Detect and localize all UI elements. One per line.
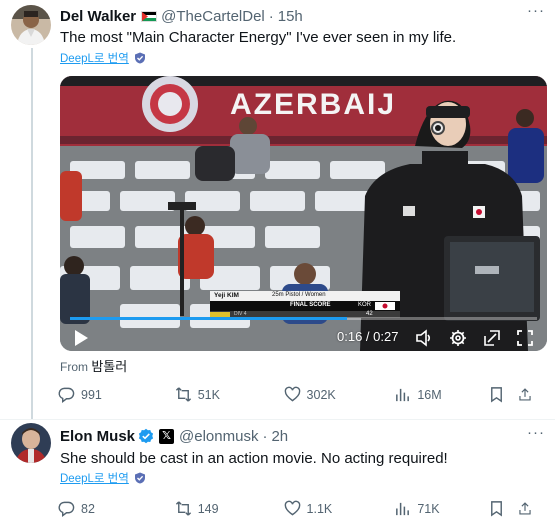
heart-icon (284, 386, 300, 402)
repost-button[interactable]: 51K (175, 386, 284, 403)
like-button[interactable]: 1.1K (284, 500, 395, 517)
from-label: From (60, 360, 88, 374)
views-icon (396, 388, 410, 402)
tweet-time[interactable]: 2h (271, 428, 288, 445)
tweet-header: Elon Musk 𝕏 @elonmusk · 2h (60, 426, 288, 446)
arena-banner-text: AZERBAIJ (230, 88, 397, 121)
bookmark-icon (491, 387, 503, 403)
tweet-time[interactable]: 15h (278, 8, 303, 25)
reply-icon (58, 501, 75, 517)
views-button[interactable]: 71K (394, 500, 488, 517)
like-button[interactable]: 302K (284, 386, 395, 403)
tweet-del-walker[interactable]: Del Walker @TheCartelDel · 15h ··· The m… (0, 0, 555, 420)
video-controls: 0:16 / 0:27 (60, 317, 547, 351)
translate-link[interactable]: DeepL로 번역 (60, 470, 146, 486)
caption-country: KOR (358, 302, 372, 308)
verified-badge-icon (138, 428, 154, 444)
repost-icon (175, 501, 191, 516)
separator-dot: · (268, 7, 274, 25)
translate-link[interactable]: DeepL로 번역 (60, 50, 146, 66)
gear-icon[interactable] (449, 329, 467, 347)
author-handle[interactable]: @TheCartelDel (161, 8, 265, 25)
more-options-icon[interactable]: ··· (527, 2, 545, 19)
shield-icon (134, 472, 145, 484)
more-options-icon[interactable]: ··· (527, 424, 545, 441)
repost-icon (175, 387, 191, 402)
reply-count: 82 (81, 501, 95, 516)
bookmark-button[interactable] (488, 386, 518, 403)
play-icon[interactable] (72, 329, 90, 347)
caption-event: 25m Pistol / Women (272, 292, 326, 298)
author-name[interactable]: Elon Musk (60, 428, 135, 445)
share-button[interactable] (518, 500, 538, 517)
avatar-del-walker[interactable] (11, 5, 51, 45)
like-count: 302K (306, 387, 336, 402)
reply-icon (58, 387, 75, 403)
author-name[interactable]: Del Walker (60, 8, 136, 25)
repost-button[interactable]: 149 (175, 500, 284, 517)
video-progress-fill (70, 317, 347, 320)
translate-label[interactable]: DeepL로 번역 (60, 470, 129, 486)
share-icon (519, 502, 531, 515)
reply-count: 991 (81, 387, 102, 402)
author-handle[interactable]: @elonmusk (179, 428, 258, 445)
caption-name: Yeji KIM (214, 292, 239, 299)
tweet-actions: 991 51K 302K 16M (58, 386, 538, 403)
tweet-text: The most "Main Character Energy" I've ev… (60, 29, 457, 46)
shield-icon (134, 52, 145, 64)
palestine-flag-icon (141, 10, 158, 22)
fullscreen-icon[interactable] (516, 329, 534, 347)
repost-count: 149 (197, 501, 219, 516)
video-player[interactable]: Yeji KIM 25m Pistol / Women FINAL SCORE … (60, 76, 547, 351)
share-button[interactable] (518, 386, 538, 403)
volume-icon[interactable] (415, 329, 433, 347)
bookmark-icon (491, 501, 503, 517)
video-timecode: 0:16 / 0:27 (337, 329, 399, 344)
views-count: 71K (417, 501, 440, 516)
separator-dot: · (262, 427, 268, 445)
tweet-header: Del Walker @TheCartelDel · 15h (60, 6, 303, 26)
video-source: From 밤톨러 (60, 356, 127, 375)
picture-in-picture-icon[interactable] (483, 329, 501, 347)
video-progress-bar[interactable] (70, 317, 537, 320)
tweet-elon-musk[interactable]: Elon Musk 𝕏 @elonmusk · 2h ··· She shoul… (0, 420, 555, 521)
heart-icon (284, 500, 300, 516)
x-logo-icon: 𝕏 (159, 428, 175, 444)
like-count: 1.1K (306, 501, 333, 516)
thread-line (31, 48, 33, 420)
bookmark-button[interactable] (488, 500, 518, 517)
tweet-text: She should be cast in an action movie. N… (60, 450, 448, 467)
views-button[interactable]: 16M (394, 386, 488, 403)
reply-button[interactable]: 82 (58, 500, 175, 517)
repost-count: 51K (197, 387, 220, 402)
caption-score-label: FINAL SCORE (290, 302, 331, 308)
share-icon (519, 388, 531, 401)
views-icon (396, 502, 410, 516)
from-source[interactable]: 밤톨러 (91, 359, 127, 374)
views-count: 16M (417, 387, 442, 402)
tweet-actions: 82 149 1.1K 71K (58, 500, 538, 517)
translate-label[interactable]: DeepL로 번역 (60, 50, 129, 66)
avatar-elon-musk[interactable] (11, 423, 51, 463)
reply-button[interactable]: 991 (58, 386, 175, 403)
